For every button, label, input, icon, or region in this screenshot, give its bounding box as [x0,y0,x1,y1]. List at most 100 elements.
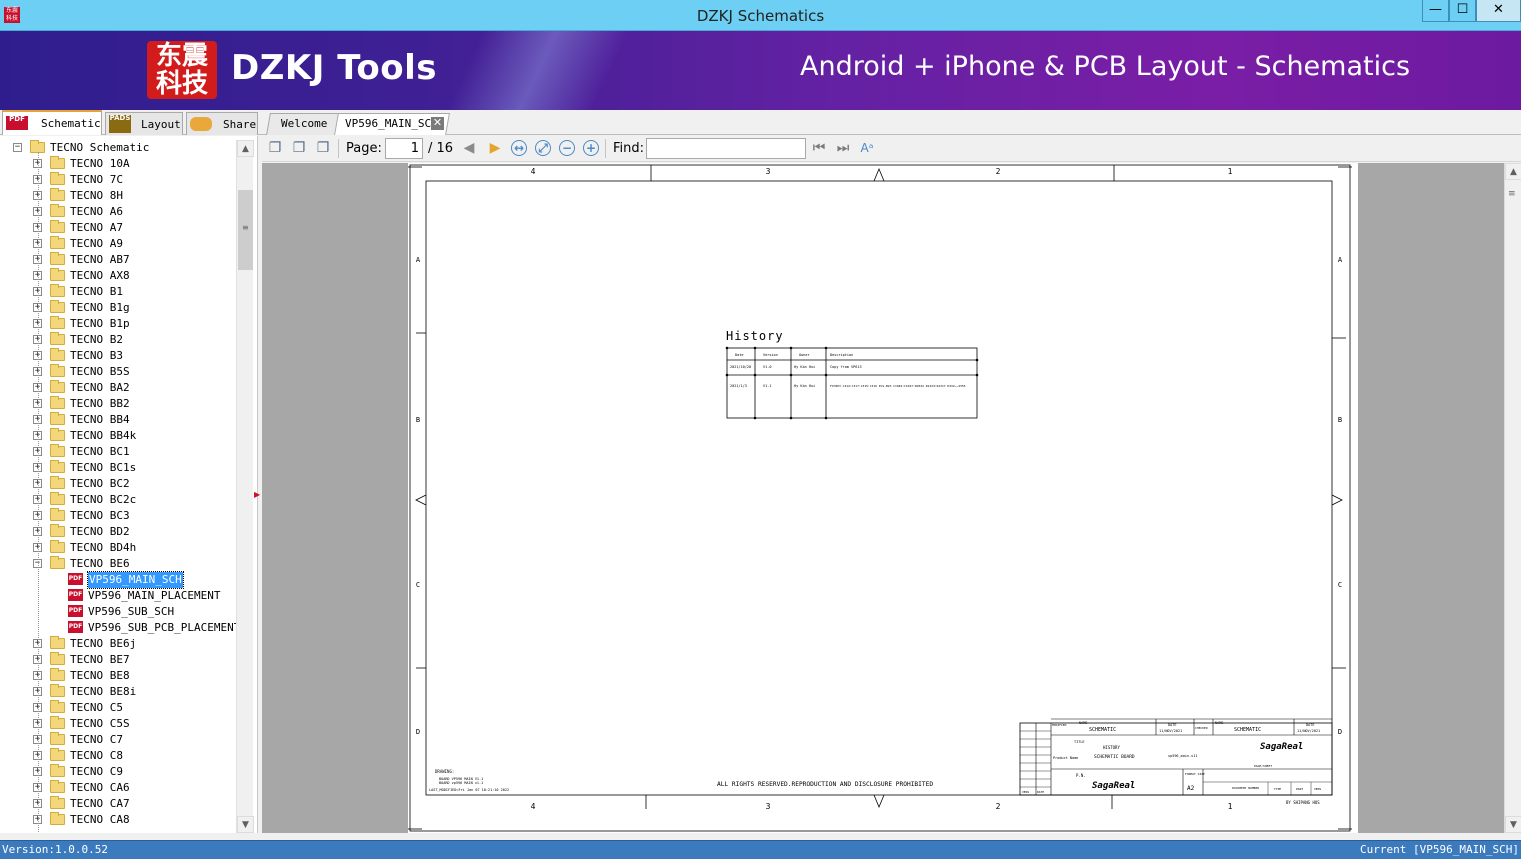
tree-item[interactable]: + TECNO BD2 [0,524,236,540]
history-header: Owner [799,353,810,357]
checked-name: SCHEMATIC [1234,727,1261,733]
scroll-down-icon[interactable]: ▼ [1505,816,1521,833]
tree-item-file[interactable]: PDF VP596_SUB_SCH [0,604,236,620]
tree-item[interactable]: + TECNO B3 [0,348,236,364]
tree-item[interactable]: + TECNO CA7 [0,796,236,812]
tree-item[interactable]: + TECNO 8H [0,188,236,204]
date-value: 11/NOV/2021 [1159,729,1182,733]
schematic-tree-panel: − TECNO Schematic + TECNO 10A + TECNO 7C + TECN… [0,136,258,833]
tree-item[interactable]: + TECNO A9 [0,236,236,252]
tree-item[interactable]: + TECNO AB7 [0,252,236,268]
history-table [726,347,978,419]
tree-scrollbar[interactable]: ▲ ≡ ▼ [236,140,254,833]
tree-item[interactable]: + TECNO BC1 [0,444,236,460]
tab-schematic[interactable]: PDF Schematic [2,110,102,135]
fit-page-icon[interactable]: ⤢ [535,140,551,156]
tree-item[interactable]: + TECNO BA2 [0,380,236,396]
tree-item[interactable]: + TECNO C9 [0,764,236,780]
tree-item[interactable]: + TECNO A7 [0,220,236,236]
tree-item[interactable]: + TECNO B2 [0,332,236,348]
tree-item[interactable]: + TECNO B1 [0,284,236,300]
text-style-icon[interactable]: Aᵃ [858,139,876,157]
page-number-input[interactable] [385,138,423,159]
tree-item-file[interactable]: PDF VP596_SUB_PCB_PLACEMENT [0,620,240,636]
scrollbar-thumb[interactable]: ≡ [238,190,253,270]
tree-item[interactable]: + TECNO B1p [0,316,236,332]
tree-item[interactable]: − TECNO Schematic [0,140,236,156]
copy-page-icon[interactable]: ❐ [314,139,332,157]
tree-item[interactable]: + TECNO C7 [0,732,236,748]
tab-share[interactable]: Share [186,112,258,135]
column-label: 3 [766,167,771,176]
prev-page-icon[interactable]: ◀ [460,139,478,157]
tab-welcome[interactable]: Welcome [266,113,340,135]
close-button[interactable]: ✕ [1476,0,1521,22]
find-first-icon[interactable]: ⏮ [810,139,828,157]
name-label: NAME [1079,721,1087,725]
folder-icon [50,284,65,297]
tree-item-file[interactable]: PDF VP596_MAIN_PLACEMENT [0,588,236,604]
copy-icon[interactable]: ❐ [266,139,284,157]
tree-item[interactable]: + TECNO C5 [0,700,236,716]
tree-item[interactable]: + TECNO BD4h [0,540,236,556]
document-viewport[interactable]: 4 3 2 1 4 3 2 1 A B C D A B C D History [262,163,1504,833]
tree-item-file[interactable]: PDF VP596_MAIN_SCH [0,571,236,589]
tree-item[interactable]: + TECNO CA6 [0,780,236,796]
viewport-scrollbar[interactable]: ▲ ≡ ▼ [1504,163,1521,833]
name-value: SCHEMATIC [1089,727,1116,733]
zoom-out-icon[interactable]: − [559,140,575,156]
version-text: Version:1.0.0.52 [2,843,108,856]
tree-item[interactable]: + TECNO 10A [0,156,236,172]
find-next-icon[interactable]: ⏭ [834,139,852,157]
tree-item[interactable]: + TECNO C8 [0,748,236,764]
titleblock-footer: BY SHIPANG HOS [1286,800,1320,805]
tab-layout[interactable]: PADS Layout [105,112,183,135]
tree-item[interactable]: − TECNO BE6 [0,556,236,572]
folder-icon [50,764,65,777]
folder-icon [50,796,65,809]
tree-item[interactable]: + TECNO CA8 [0,812,236,828]
tree-item-label: TECNO AB7 [70,253,130,266]
tree-item-label: TECNO BD2 [70,525,130,538]
tree-item[interactable]: + TECNO BC3 [0,508,236,524]
zoom-in-icon[interactable]: + [583,140,599,156]
close-tab-icon[interactable]: ✕ [431,117,444,130]
tree-item[interactable]: + TECNO BC2c [0,492,236,508]
scroll-down-icon[interactable]: ▼ [237,816,254,833]
folder-icon [50,236,65,249]
minimize-button[interactable]: — [1422,0,1449,22]
scroll-up-icon[interactable]: ▲ [237,140,254,157]
tree-item-label: TECNO BE6j [70,637,137,650]
history-header: Version [763,353,778,357]
tree-item[interactable]: + TECNO BC2 [0,476,236,492]
find-input[interactable] [646,138,806,159]
tree-item-label: TECNO 8H [70,189,123,202]
tree-item[interactable]: + TECNO B1g [0,300,236,316]
tree-item[interactable]: + TECNO BE8i [0,684,236,700]
tree-item-label: TECNO BC2 [70,477,130,490]
status-bar: Version:1.0.0.52 Current [VP596_MAIN_SCH… [0,840,1521,859]
tree-item[interactable]: + TECNO BE8 [0,668,236,684]
panel-splitter-arrow-icon[interactable]: ▶ [254,490,260,500]
tree-item[interactable]: + TECNO A6 [0,204,236,220]
scroll-up-icon[interactable]: ▲ [1505,163,1521,180]
fit-width-icon[interactable]: ↔ [511,140,527,156]
collapse-icon[interactable]: − [13,143,22,152]
current-document-text: Current [VP596_MAIN_SCH] [1360,843,1519,856]
next-page-icon[interactable]: ▶ [486,139,504,157]
tree-item[interactable]: + TECNO BE7 [0,652,236,668]
tree-item[interactable]: + TECNO 7C [0,172,236,188]
tree-item[interactable]: + TECNO BB2 [0,396,236,412]
folder-icon [50,156,65,169]
tree-item[interactable]: + TECNO AX8 [0,268,236,284]
grip-icon[interactable]: ≡ [1508,190,1516,199]
tree-item[interactable]: + TECNO BB4 [0,412,236,428]
tree-item[interactable]: + TECNO BE6j [0,636,236,652]
copy-multi-icon[interactable]: ❐ [290,139,308,157]
tree-item[interactable]: + TECNO B5S [0,364,236,380]
tree-item[interactable]: + TECNO BB4k [0,428,236,444]
tree-item[interactable]: + TECNO C5S [0,716,236,732]
folder-icon [50,684,65,697]
tree-item[interactable]: + TECNO BC1s [0,460,236,476]
maximize-button[interactable]: ☐ [1449,0,1476,22]
